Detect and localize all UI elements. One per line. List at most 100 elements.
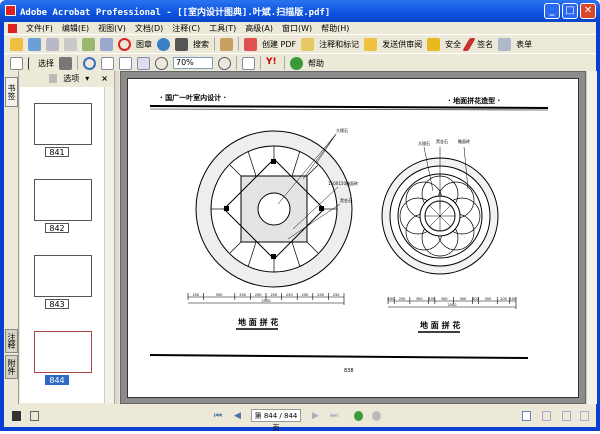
page-number-field[interactable]: 第 844 / 844 页: [251, 409, 301, 432]
menu-advanced[interactable]: 高级(A): [245, 23, 273, 34]
dimension-label: 250: [317, 293, 324, 297]
label-right-2: 釉面砖: [458, 138, 470, 144]
organizer-icon[interactable]: [28, 37, 41, 51]
label-right-1: 黑金石: [436, 138, 448, 144]
minimize-button[interactable]: _: [544, 3, 560, 19]
help-icon: [290, 56, 303, 70]
document-scrollbar[interactable]: [586, 71, 597, 404]
last-page-button[interactable]: ⏭: [330, 411, 339, 421]
header-right: · 地面拼花造型 ·: [448, 96, 500, 105]
menu-file[interactable]: 文件(F): [26, 23, 53, 34]
forms-button[interactable]: 表单: [516, 39, 532, 50]
print-icon[interactable]: [64, 37, 77, 51]
menu-help[interactable]: 帮助(H): [321, 23, 349, 34]
stamp-button[interactable]: 图章: [136, 39, 152, 50]
maximize-button[interactable]: □: [562, 3, 578, 19]
next-page-button[interactable]: ▶: [312, 411, 321, 421]
separator: [238, 37, 239, 51]
create-pdf-icon: [244, 37, 257, 51]
rotate-icon[interactable]: [242, 56, 255, 70]
security-button[interactable]: 安全: [445, 39, 461, 50]
dimension-label: 100: [472, 297, 479, 301]
menu-tools[interactable]: 工具(T): [209, 23, 236, 34]
dimension-label: 500: [216, 293, 223, 297]
dimension-label: 100: [510, 297, 517, 301]
dimension-label: 200: [500, 297, 507, 301]
page-options-icon[interactable]: [30, 411, 39, 421]
nav-tabs: 书签 注释 附件: [4, 71, 19, 404]
pdf-doc-icon: [8, 23, 17, 33]
menu-window[interactable]: 窗口(W): [282, 23, 312, 34]
thumbnail-page-841[interactable]: [34, 103, 92, 145]
close-button[interactable]: ✕: [580, 3, 596, 19]
thumbnail-page-843[interactable]: [34, 255, 92, 297]
thumbnail-page-842[interactable]: [34, 179, 92, 221]
zoom-in-icon[interactable]: [218, 56, 231, 70]
snapshot-icon[interactable]: [59, 56, 72, 70]
fit-width-icon[interactable]: [137, 56, 150, 70]
title-bar: Adobe Acrobat Professional - [[室内设计图典].叶…: [0, 0, 600, 22]
label-left-0: 大理石: [336, 127, 348, 133]
dimension-label: 250: [302, 293, 309, 297]
search-button[interactable]: 搜索: [193, 39, 209, 50]
create-pdf-button[interactable]: 创建 PDF: [262, 39, 296, 50]
acrobat-app-icon: [5, 5, 16, 16]
comment-icon: [301, 37, 315, 51]
email-icon[interactable]: [82, 37, 95, 51]
go-back-button[interactable]: [354, 411, 363, 421]
globe-icon[interactable]: [157, 37, 170, 51]
menu-document[interactable]: 文档(D): [135, 23, 163, 34]
hand-tool-icon[interactable]: [10, 56, 23, 70]
pane-splitter[interactable]: [114, 71, 119, 404]
dimension-label: 250: [333, 293, 340, 297]
first-page-button[interactable]: ⏮: [214, 411, 223, 421]
actual-size-icon[interactable]: [101, 56, 114, 70]
select-tool-button[interactable]: 选择: [38, 58, 54, 69]
dimension-label: 250: [286, 293, 293, 297]
separator: [77, 56, 78, 70]
trash-icon[interactable]: [49, 74, 58, 83]
zoom-input[interactable]: 70%: [173, 57, 213, 69]
facing-view-icon[interactable]: [562, 411, 571, 421]
panel-header: 选项 ▾ ×: [20, 71, 114, 86]
go-forward-button[interactable]: [372, 411, 381, 421]
thumbnail-page-844[interactable]: [34, 331, 92, 373]
nav-pane-toggle-icon[interactable]: [12, 411, 21, 421]
window-title: Adobe Acrobat Professional - [[室内设计图典].叶…: [20, 8, 331, 18]
save-icon[interactable]: [46, 37, 59, 51]
zoom-out-icon[interactable]: [155, 56, 168, 70]
binoculars-icon: [175, 37, 188, 51]
yahoo-icon[interactable]: Y!: [266, 57, 279, 70]
separator: [260, 56, 261, 70]
label-right-0: 大理石: [418, 140, 430, 146]
continuous-facing-view-icon[interactable]: [580, 411, 589, 421]
open-icon[interactable]: [10, 37, 23, 51]
previous-page-button[interactable]: ◀: [234, 411, 243, 421]
image-icon[interactable]: [220, 37, 233, 51]
help-button[interactable]: 帮助: [308, 58, 324, 69]
single-page-view-icon[interactable]: [522, 411, 531, 421]
dimension-label: 300: [416, 297, 423, 301]
dimension-label: 100: [388, 297, 395, 301]
thumbnail-label: 841: [45, 147, 69, 157]
tab-attachments[interactable]: 附件: [5, 355, 18, 379]
menu-view[interactable]: 视图(V): [98, 23, 126, 34]
tab-comments[interactable]: 注释: [5, 329, 18, 353]
caption-left: 地 面 拼 花: [238, 317, 278, 327]
options-button[interactable]: 选项: [63, 73, 79, 84]
zoom-in-tool-icon[interactable]: [83, 56, 96, 70]
send-review-button[interactable]: 发送供审阅: [382, 39, 422, 50]
thumbnail-label: 843: [45, 299, 69, 309]
comment-markup-button[interactable]: 注释和标记: [319, 39, 359, 50]
label-left-2: 黑金石: [340, 197, 352, 203]
fit-page-icon[interactable]: [119, 56, 132, 70]
continuous-view-icon[interactable]: [542, 411, 551, 421]
attach-icon[interactable]: [100, 37, 113, 51]
thumbnail-label: 844: [45, 375, 69, 385]
pdf-page: · 国广一叶室内设计 · · 地面拼花造型 · 大理石 150X150釉面砖 黑…: [127, 78, 579, 398]
tab-bookmarks[interactable]: 书签: [5, 77, 18, 107]
menu-comments[interactable]: 注释(C): [172, 23, 200, 34]
sign-button[interactable]: 签名: [477, 39, 493, 50]
panel-close-button[interactable]: ×: [101, 74, 108, 83]
menu-edit[interactable]: 编辑(E): [62, 23, 89, 34]
